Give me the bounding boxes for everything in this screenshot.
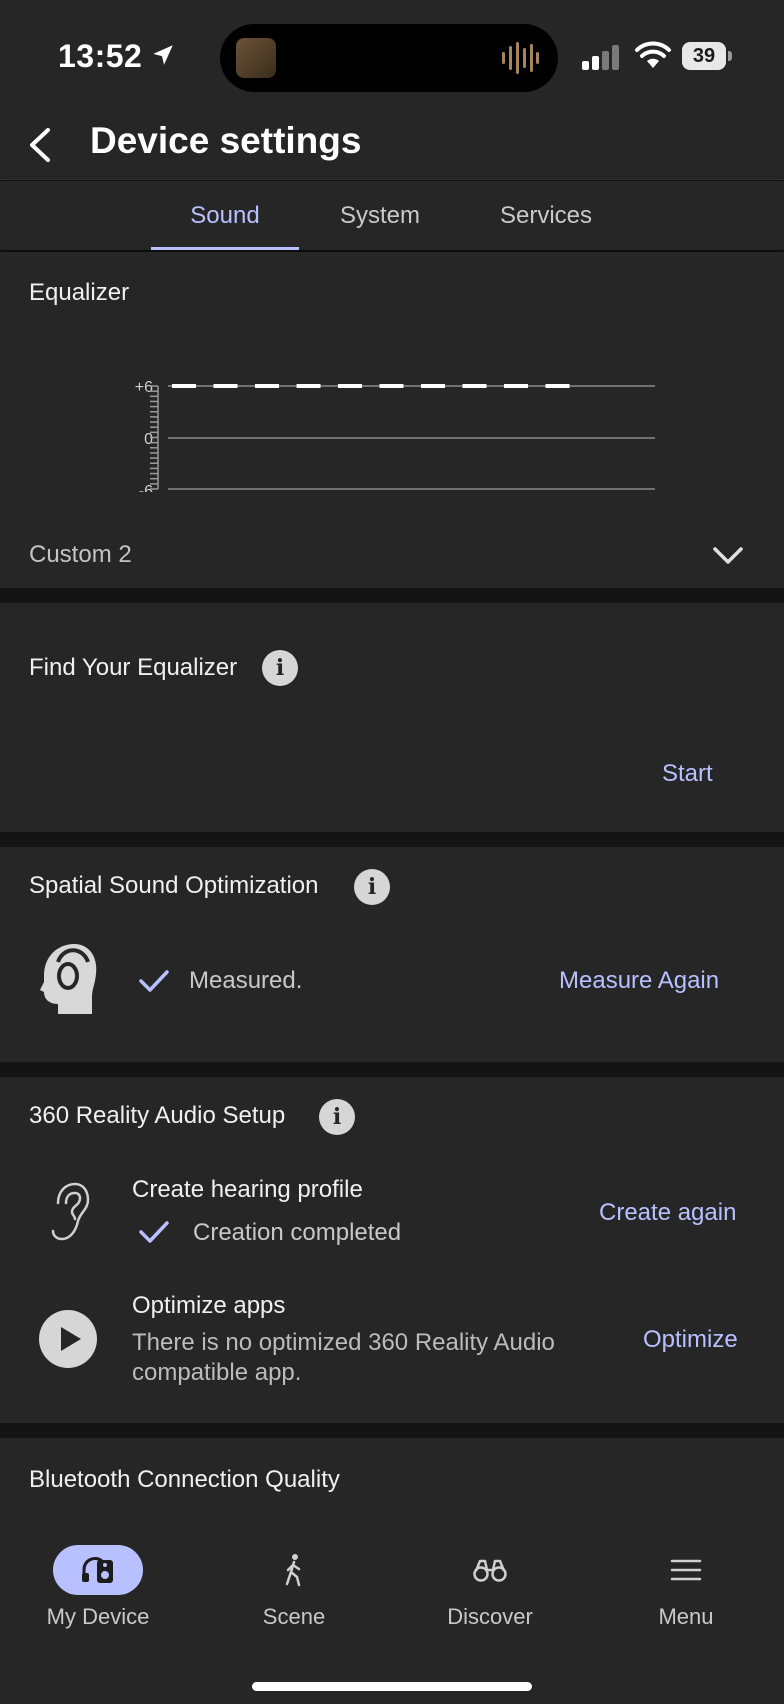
hearing-profile-status: Creation completed [193, 1219, 402, 1246]
equalizer-graph[interactable]: +6 0 -6 [110, 352, 670, 492]
battery-level: 39 [682, 42, 726, 70]
tab-services[interactable]: Services [476, 181, 616, 250]
eq-axis-label-plus6: +6 [135, 379, 153, 396]
chevron-down-icon[interactable] [710, 542, 746, 570]
album-art-thumbnail [236, 38, 276, 78]
measured-status: Measured. [189, 967, 303, 994]
spatial-sound-title: Spatial Sound Optimization [29, 872, 319, 899]
eq-band-handle[interactable] [172, 384, 196, 388]
cellular-signal-icon [582, 45, 619, 70]
eq-band-handle[interactable] [462, 384, 487, 388]
binoculars-icon [473, 1559, 507, 1582]
tab-bar: Sound System Services [0, 181, 784, 250]
bluetooth-quality-card: Bluetooth Connection Quality [0, 1438, 784, 1518]
find-equalizer-card: Find Your Equalizer i Start [0, 603, 784, 832]
equalizer-title: Equalizer [29, 279, 130, 306]
ear-icon [51, 1182, 90, 1241]
tab-sound[interactable]: Sound [151, 181, 299, 250]
active-tab-indicator [151, 247, 299, 250]
check-icon [139, 1221, 169, 1243]
eq-band-handle[interactable] [338, 384, 362, 388]
wifi-icon [635, 41, 671, 68]
eq-band-handle[interactable] [379, 384, 404, 388]
eq-band-handle[interactable] [421, 384, 445, 388]
eq-band-handle[interactable] [545, 384, 570, 388]
check-icon [139, 970, 169, 992]
battery-tip [728, 51, 732, 61]
optimize-apps-description-line1: There is no optimized 360 Reality Audio [132, 1329, 555, 1356]
eq-band-handle[interactable] [213, 384, 238, 388]
home-indicator [252, 1682, 532, 1691]
dynamic-island [220, 24, 558, 92]
walking-person-icon [285, 1554, 301, 1587]
page-title: Device settings [90, 120, 362, 161]
bluetooth-quality-title: Bluetooth Connection Quality [29, 1466, 340, 1493]
hamburger-menu-icon [670, 1559, 702, 1581]
status-time: 13:52 [58, 38, 143, 74]
tab-system[interactable]: System [310, 181, 450, 250]
measure-again-button[interactable]: Measure Again [559, 967, 719, 995]
eq-band-handle[interactable] [296, 384, 321, 388]
bottom-navigation: My Device Scene Discover Menu [0, 1518, 784, 1704]
head-headphones-icon [40, 944, 97, 1014]
optimize-apps-description-line2: compatible app. [132, 1359, 302, 1386]
nav-label-discover: Discover [447, 1604, 533, 1629]
nav-menu[interactable]: Menu [588, 1518, 784, 1648]
nav-scene[interactable]: Scene [196, 1518, 392, 1648]
start-button[interactable]: Start [662, 760, 713, 788]
hearing-profile-title: Create hearing profile [132, 1176, 363, 1203]
status-bar: 13:52 39 [0, 0, 784, 110]
reality-audio-title: 360 Reality Audio Setup [29, 1102, 286, 1129]
info-icon[interactable]: i [319, 1099, 355, 1135]
audio-waveform-icon [502, 42, 539, 74]
nav-discover[interactable]: Discover [392, 1518, 588, 1648]
optimize-apps-title: Optimize apps [132, 1292, 286, 1319]
nav-my-device[interactable]: My Device [0, 1518, 196, 1648]
eq-axis-label-zero: 0 [144, 431, 153, 448]
optimize-button[interactable]: Optimize [643, 1326, 738, 1354]
spatial-sound-card: Spatial Sound Optimization i Measured. M… [0, 847, 784, 1062]
equalizer-card: Equalizer +6 0 -6 Custom 2 [0, 252, 784, 588]
location-arrow-icon [153, 45, 173, 65]
play-icon [39, 1310, 97, 1368]
find-equalizer-title: Find Your Equalizer [29, 654, 238, 681]
equalizer-preset[interactable]: Custom 2 [29, 541, 132, 569]
nav-label-menu: Menu [658, 1604, 714, 1629]
info-icon[interactable]: i [354, 869, 390, 905]
reality-audio-card: 360 Reality Audio Setup i Create hearing… [0, 1077, 784, 1423]
app-header: Device settings [0, 110, 784, 180]
info-icon[interactable]: i [262, 650, 298, 686]
eq-band-handle[interactable] [255, 384, 279, 388]
eq-band-handle[interactable] [504, 384, 528, 388]
battery-indicator: 39 [682, 42, 732, 70]
nav-label-my-device: My Device [46, 1604, 150, 1629]
back-arrow-icon[interactable] [18, 122, 64, 168]
create-again-button[interactable]: Create again [599, 1199, 736, 1227]
nav-label-scene: Scene [262, 1604, 326, 1629]
headphones-speaker-icon [82, 1556, 113, 1583]
